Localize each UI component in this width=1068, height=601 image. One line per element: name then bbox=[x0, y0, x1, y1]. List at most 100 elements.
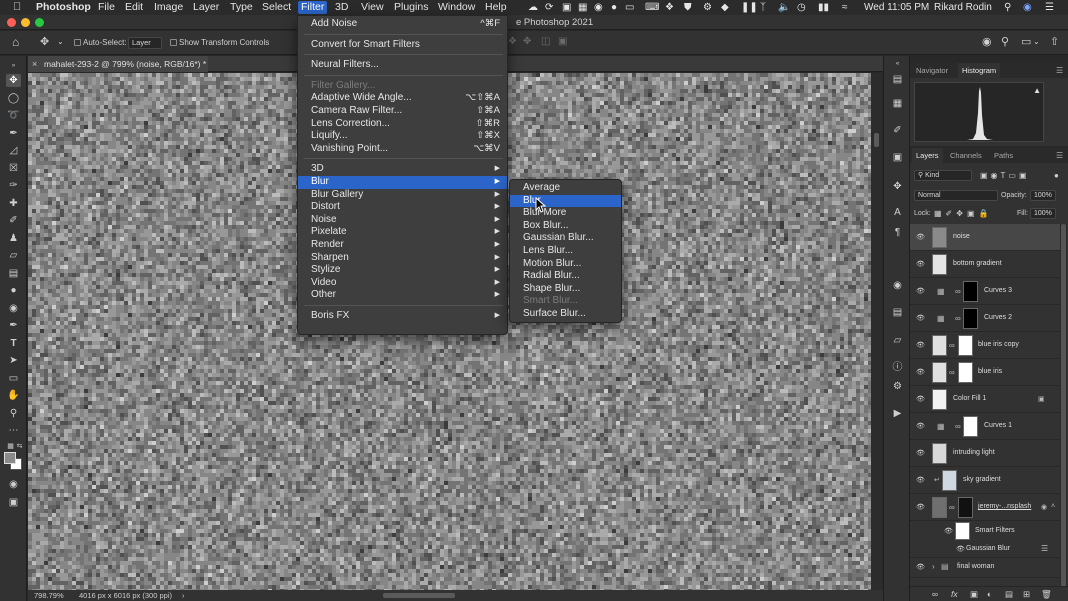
show-transform-controls-checkbox[interactable] bbox=[170, 39, 177, 46]
filter-menu-item-liquify[interactable]: Liquify... ⇧⌘X bbox=[298, 130, 507, 143]
panel-properties-icon[interactable]: ✥ bbox=[891, 180, 904, 193]
apple-logo-icon[interactable]:  bbox=[13, 1, 21, 14]
filter-menu-item-blur-gallery[interactable]: Blur Gallery ▶ bbox=[298, 189, 507, 202]
mask-link-icon[interactable]: ∞ bbox=[955, 422, 961, 431]
status-icon-grid[interactable]: ▦ bbox=[578, 1, 587, 14]
blur-menu-item-motion-blur[interactable]: Motion Blur... bbox=[510, 258, 621, 271]
collapse-chevron-up-icon[interactable]: ˄ bbox=[1051, 503, 1055, 510]
visibility-eye-icon[interactable]: 👁 bbox=[916, 563, 925, 571]
home-icon[interactable]: ⌂ bbox=[12, 35, 19, 49]
status-icon-keyboard[interactable]: ⌨ bbox=[645, 1, 659, 14]
lock-options-icons[interactable]: ▦✐✥▣🔒 bbox=[934, 209, 992, 218]
scrollbar-thumb[interactable] bbox=[874, 133, 879, 147]
clone-stamp-tool-icon[interactable]: ♟ bbox=[6, 232, 21, 245]
filter-menu-item-blur[interactable]: Blur ▶ bbox=[298, 176, 507, 189]
visibility-eye-icon[interactable]: 👁 bbox=[916, 368, 925, 376]
brush-tool-icon[interactable]: ✐ bbox=[6, 214, 21, 227]
frame-tool-icon[interactable]: ☒ bbox=[6, 162, 21, 175]
filter-menu-item-neural-filters[interactable]: Neural Filters... bbox=[298, 59, 507, 72]
histogram-warning-icon[interactable]: ▲ bbox=[1033, 86, 1041, 95]
user-name[interactable]: Rikard Rodin bbox=[934, 1, 992, 14]
3d-slide-icon[interactable]: ◫ bbox=[541, 36, 550, 47]
visibility-eye-icon[interactable]: 👁 bbox=[916, 395, 925, 403]
opacity-field[interactable]: 100% bbox=[1030, 190, 1056, 201]
visibility-eye-icon[interactable]: 👁 bbox=[916, 233, 925, 241]
lasso-tool-icon[interactable]: ➰ bbox=[6, 109, 21, 122]
rectangle-tool-icon[interactable]: ▭ bbox=[6, 372, 21, 385]
pen-tool-icon[interactable]: ✒ bbox=[6, 319, 21, 332]
menu-type[interactable]: Type bbox=[230, 1, 253, 14]
filter-menu-item-boris-fx[interactable]: Boris FX ▶ bbox=[298, 310, 507, 323]
toolbar-collapse-icon[interactable]: » bbox=[6, 60, 21, 73]
document-tab[interactable]: × mahalet-293-2 @ 799% (noise, RGB/16*) … bbox=[28, 56, 208, 72]
filter-menu-item-video[interactable]: Video ▶ bbox=[298, 277, 507, 290]
type-tool-icon[interactable]: T bbox=[6, 337, 21, 350]
new-layer-icon[interactable]: ⊞ bbox=[1023, 589, 1030, 600]
layer-filter-icons[interactable]: ▣◉T▭▣ bbox=[980, 171, 1030, 180]
new-group-icon[interactable]: ▤ bbox=[1005, 589, 1013, 600]
menu-image[interactable]: Image bbox=[154, 1, 183, 14]
panel-color-icon[interactable]: ◉ bbox=[891, 279, 904, 292]
menu-select[interactable]: Select bbox=[262, 1, 291, 14]
status-icon-pause[interactable]: ❚❚ bbox=[741, 1, 758, 14]
delete-layer-icon[interactable]: 🗑 bbox=[1041, 589, 1052, 600]
layer-group-final-woman[interactable]: 👁 › ▤ final woman bbox=[910, 558, 1060, 578]
edit-toolbar-icon[interactable]: ⋯ bbox=[6, 424, 21, 437]
minimize-window-button[interactable] bbox=[21, 18, 30, 27]
wifi-icon[interactable]: ≈ bbox=[842, 1, 848, 14]
learn-icon[interactable]: ◉ bbox=[982, 35, 992, 48]
status-icon-volume[interactable]: 🔈 bbox=[778, 1, 790, 14]
quick-mask-icon[interactable]: ◉ bbox=[6, 478, 21, 491]
filter-menu-item-add-noise[interactable]: Add Noise ^⌘F bbox=[298, 18, 507, 31]
dodge-tool-icon[interactable]: ◉ bbox=[6, 302, 21, 315]
filter-menu-item-lens-correction[interactable]: Lens Correction... ⇧⌘R bbox=[298, 118, 507, 131]
layer-row-curves-1[interactable]: 👁 ▦ ∞ Curves 1 bbox=[910, 413, 1060, 440]
menu-edit[interactable]: Edit bbox=[125, 1, 143, 14]
tool-preset-chevron-down-icon[interactable]: ⌄ bbox=[57, 37, 64, 46]
screen-mode-icon[interactable]: ▣ bbox=[6, 496, 21, 509]
panel-info-icon[interactable]: ⓘ bbox=[891, 361, 904, 374]
canvas-vertical-scrollbar[interactable] bbox=[871, 73, 882, 590]
visibility-eye-icon[interactable]: 👁 bbox=[944, 527, 953, 535]
auto-select-target-dropdown[interactable]: Layer bbox=[128, 37, 162, 49]
3d-mode-icon[interactable]: ❖ bbox=[508, 36, 517, 47]
panel-collapse-icon[interactable]: « bbox=[891, 58, 904, 71]
menu-file[interactable]: File bbox=[98, 1, 115, 14]
scrollbar-thumb[interactable] bbox=[1061, 224, 1066, 589]
fill-field[interactable]: 100% bbox=[1030, 208, 1056, 219]
menu-window[interactable]: Window bbox=[438, 1, 475, 14]
panel-history-icon[interactable]: ▤ bbox=[891, 73, 904, 86]
path-selection-tool-icon[interactable]: ➤ bbox=[6, 354, 21, 367]
panel-character-icon[interactable]: A bbox=[891, 206, 904, 219]
3d-scale-icon[interactable]: ▣ bbox=[558, 36, 567, 47]
filter-menu-item-convert-for-smart-filters[interactable]: Convert for Smart Filters bbox=[298, 39, 507, 52]
mask-link-icon[interactable]: ∞ bbox=[949, 503, 955, 512]
status-icon-settings[interactable]: ⚙ bbox=[703, 1, 712, 14]
mask-link-icon[interactable]: ∞ bbox=[949, 341, 955, 350]
zoom-level[interactable]: 798.79% bbox=[34, 591, 64, 600]
tab-layers[interactable]: Layers bbox=[912, 148, 943, 163]
status-chevron-right-icon[interactable]: › bbox=[182, 591, 185, 600]
mask-link-icon[interactable]: ∞ bbox=[949, 368, 955, 377]
panel-menu-icon[interactable]: ☰ bbox=[1056, 151, 1063, 160]
crop-tool-icon[interactable]: ◿ bbox=[6, 144, 21, 157]
quick-selection-tool-icon[interactable]: ✒ bbox=[6, 127, 21, 140]
tab-channels[interactable]: Channels bbox=[950, 151, 982, 160]
status-icon-creative-cloud[interactable]: ◉ bbox=[594, 1, 603, 14]
zoom-window-button[interactable] bbox=[35, 18, 44, 27]
auto-select-checkbox[interactable] bbox=[74, 39, 81, 46]
layer-row-intruding-light[interactable]: 👁 intruding light bbox=[910, 440, 1060, 467]
visibility-eye-icon[interactable]: 👁 bbox=[916, 287, 925, 295]
tab-navigator[interactable]: Navigator bbox=[916, 66, 948, 75]
blur-menu-item-blur-more[interactable]: Blur More bbox=[510, 207, 621, 220]
panel-paragraph-icon[interactable]: ¶ bbox=[891, 226, 904, 239]
menu-3d[interactable]: 3D bbox=[335, 1, 348, 14]
share-icon[interactable]: ⇧ bbox=[1050, 35, 1059, 48]
filter-menu-item-stylize[interactable]: Stylize ▶ bbox=[298, 264, 507, 277]
filter-menu-item-sharpen[interactable]: Sharpen ▶ bbox=[298, 252, 507, 265]
filter-menu-item-distort[interactable]: Distort ▶ bbox=[298, 201, 507, 214]
status-icon-shield[interactable]: ⛊ bbox=[684, 1, 692, 14]
siri-icon[interactable]: ◉ bbox=[1023, 1, 1032, 14]
layer-kind-filter[interactable]: ⚲ Kind bbox=[914, 170, 972, 181]
group-expand-chevron-right-icon[interactable]: › bbox=[932, 562, 935, 571]
